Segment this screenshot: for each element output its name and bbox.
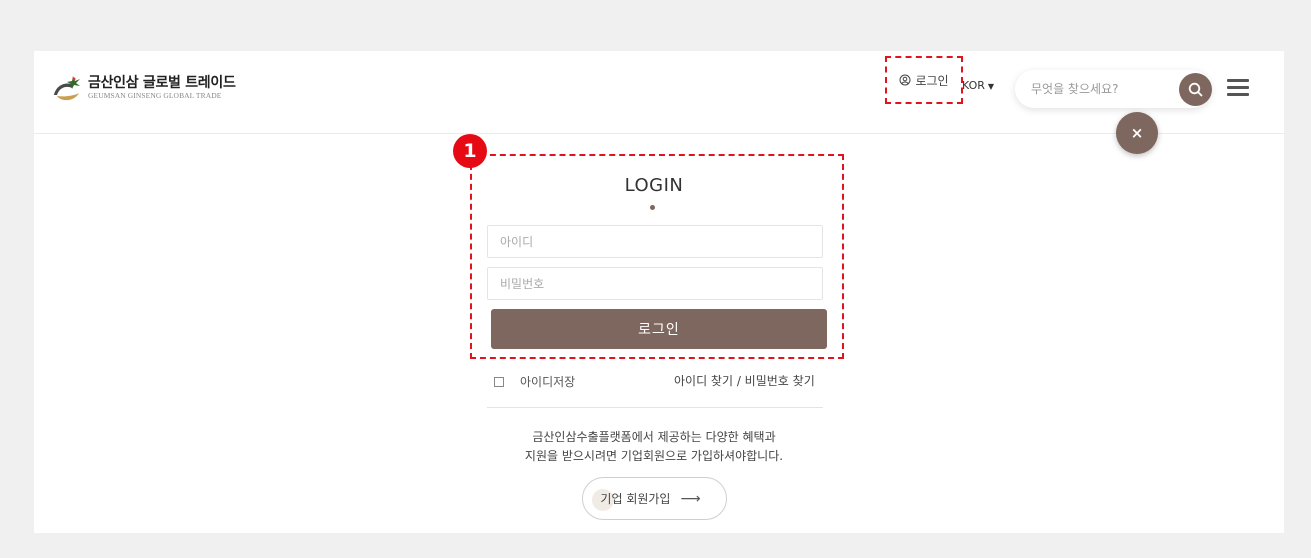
id-input[interactable] (488, 226, 822, 257)
header-login-link[interactable]: 로그인 (885, 56, 963, 104)
remember-id-label: 아이디저장 (520, 375, 576, 389)
join-description: 금산인삼수출플랫폼에서 제공하는 다양한 혜택과 지원을 받으시려면 기업회원으… (434, 428, 874, 466)
user-circle-icon (899, 74, 911, 86)
password-input[interactable] (488, 268, 822, 299)
remember-id-checkbox[interactable] (494, 376, 504, 387)
join-description-line-2: 지원을 받으시려면 기업회원으로 가입하셔야합니다. (524, 449, 784, 463)
site-header: 금산인삼 글로벌 트레이드 GEUMSAN GINSENG GLOBAL TRA… (34, 51, 1284, 134)
close-icon: × (1130, 124, 1144, 142)
login-submit-button[interactable]: 로그인 (491, 309, 827, 349)
arrow-right-icon: ⟶ (680, 490, 701, 507)
browser-content: 금산인삼 글로벌 트레이드 GEUMSAN GINSENG GLOBAL TRA… (34, 51, 1284, 533)
login-link-label: 로그인 (915, 73, 949, 88)
ginseng-logo-icon (54, 76, 80, 101)
corporate-signup-button[interactable]: 기업 회원가입 ⟶ (582, 477, 727, 520)
brand-name: 금산인삼 글로벌 트레이드 (88, 74, 236, 91)
find-id-password-link[interactable]: 아이디 찾기 / 비밀번호 찾기 (674, 372, 815, 389)
hamburger-menu-icon[interactable] (1227, 79, 1249, 97)
caret-down-icon: ▼ (987, 82, 995, 91)
title-dot (650, 205, 655, 210)
language-label: KOR (962, 79, 985, 92)
id-field (487, 225, 823, 258)
site-logo[interactable]: 금산인삼 글로벌 트레이드 GEUMSAN GINSENG GLOBAL TRA… (52, 73, 236, 103)
search-input[interactable] (1031, 79, 1171, 99)
login-title: LOGIN (624, 175, 684, 196)
close-button[interactable]: × (1116, 112, 1158, 154)
search-button[interactable] (1179, 73, 1212, 106)
search-icon (1188, 82, 1203, 97)
remember-id[interactable]: 아이디저장 (494, 373, 575, 390)
join-description-line-1: 금산인삼수출플랫폼에서 제공하는 다양한 혜택과 (532, 430, 776, 444)
divider (487, 407, 823, 408)
signup-button-label: 기업 회원가입 (600, 492, 671, 506)
step-badge: 1 (453, 134, 487, 168)
password-field (487, 267, 823, 300)
language-selector[interactable]: KOR ▼ (962, 79, 994, 92)
brand-tagline: GEUMSAN GINSENG GLOBAL TRADE (88, 90, 222, 100)
